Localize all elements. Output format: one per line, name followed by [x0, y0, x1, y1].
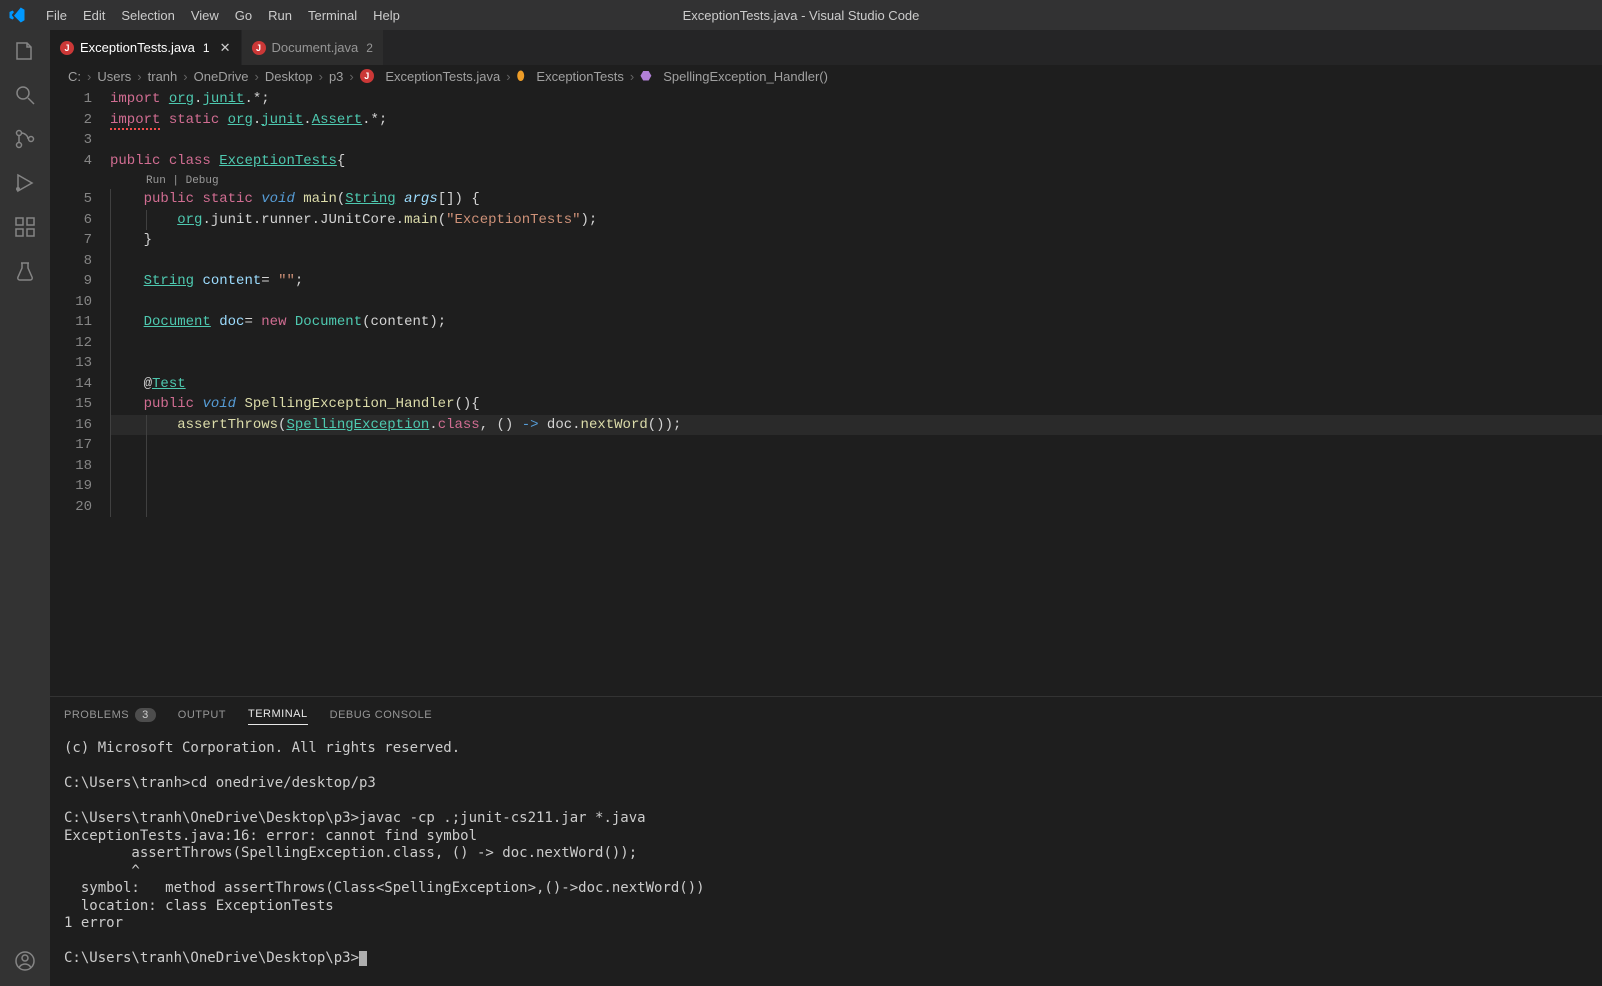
tab-problem-count: 1 [203, 41, 210, 55]
window-title: ExceptionTests.java - Visual Studio Code [683, 8, 920, 23]
breadcrumb-part[interactable]: p3 [329, 69, 343, 84]
bottom-panel: PROBLEMS 3 OUTPUT TERMINAL DEBUG CONSOLE… [50, 696, 1602, 986]
tab-label: ExceptionTests.java [80, 40, 195, 55]
menu-selection[interactable]: Selection [113, 4, 182, 27]
editor-area: J ExceptionTests.java 1 ✕ J Document.jav… [50, 30, 1602, 986]
breadcrumb-file[interactable]: J ExceptionTests.java [360, 69, 501, 84]
problems-badge: 3 [135, 708, 156, 722]
terminal-cursor [359, 951, 367, 966]
tab-problem-count: 2 [366, 41, 373, 55]
breadcrumb-part[interactable]: C: [68, 69, 81, 84]
breadcrumbs[interactable]: C:› Users› tranh› OneDrive› Desktop› p3›… [50, 65, 1602, 87]
accounts-icon[interactable] [12, 948, 38, 974]
tab-exceptiontests[interactable]: J ExceptionTests.java 1 ✕ [50, 30, 242, 65]
search-icon[interactable] [12, 82, 38, 108]
codelens-run-debug[interactable]: Run | Debug [110, 171, 1602, 189]
menu-help[interactable]: Help [365, 4, 408, 27]
tab-label: Document.java [272, 40, 359, 55]
menu-bar: File Edit Selection View Go Run Terminal… [38, 4, 408, 27]
class-icon: ⬮ [517, 68, 525, 84]
vscode-logo-icon [8, 6, 26, 24]
panel-tab-terminal[interactable]: TERMINAL [248, 704, 308, 725]
breadcrumb-part[interactable]: Users [97, 69, 131, 84]
line-numbers: 1 2 3 4 5 6 7 8 9 10 11 12 13 14 15 16 1… [50, 87, 110, 696]
panel-tab-problems[interactable]: PROBLEMS 3 [64, 704, 156, 726]
java-file-icon: J [252, 41, 266, 55]
java-file-icon: J [360, 69, 374, 83]
explorer-icon[interactable] [12, 38, 38, 64]
menu-run[interactable]: Run [260, 4, 300, 27]
close-icon[interactable]: ✕ [220, 40, 231, 56]
java-file-icon: J [60, 41, 74, 55]
run-debug-icon[interactable] [12, 170, 38, 196]
breadcrumb-class[interactable]: ⬮ ExceptionTests [517, 68, 624, 84]
menu-go[interactable]: Go [227, 4, 260, 27]
breadcrumb-method[interactable]: ⬣ SpellingException_Handler() [640, 68, 828, 84]
menu-terminal[interactable]: Terminal [300, 4, 365, 27]
terminal-output[interactable]: (c) Microsoft Corporation. All rights re… [50, 732, 1602, 986]
panel-tab-debug-console[interactable]: DEBUG CONSOLE [330, 705, 432, 725]
activity-bar [0, 30, 50, 986]
panel-tab-output[interactable]: OUTPUT [178, 705, 226, 725]
method-icon: ⬣ [640, 68, 651, 84]
testing-icon[interactable] [12, 258, 38, 284]
code-editor[interactable]: 1 2 3 4 5 6 7 8 9 10 11 12 13 14 15 16 1… [50, 87, 1602, 696]
extensions-icon[interactable] [12, 214, 38, 240]
breadcrumb-part[interactable]: OneDrive [194, 69, 249, 84]
source-control-icon[interactable] [12, 126, 38, 152]
menu-view[interactable]: View [183, 4, 227, 27]
breadcrumb-part[interactable]: tranh [148, 69, 178, 84]
breadcrumb-part[interactable]: Desktop [265, 69, 313, 84]
titlebar: File Edit Selection View Go Run Terminal… [0, 0, 1602, 30]
editor-tabs: J ExceptionTests.java 1 ✕ J Document.jav… [50, 30, 1602, 65]
menu-file[interactable]: File [38, 4, 75, 27]
panel-tabs: PROBLEMS 3 OUTPUT TERMINAL DEBUG CONSOLE [50, 697, 1602, 732]
code-content[interactable]: import org.junit.*; import static org.ju… [110, 87, 1602, 696]
tab-document[interactable]: J Document.java 2 [242, 30, 384, 65]
menu-edit[interactable]: Edit [75, 4, 113, 27]
